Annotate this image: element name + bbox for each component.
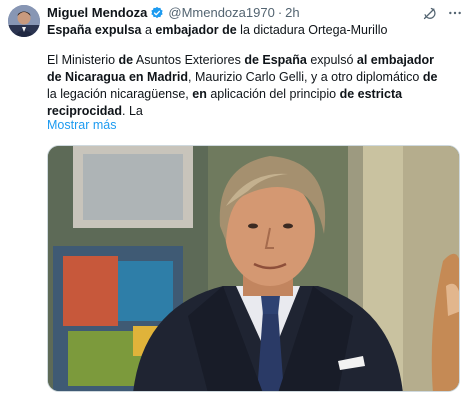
verified-badge-icon [150,6,164,20]
body-segment: la legación nicaragüense, [47,87,193,101]
tweet-header: Miguel Mendoza @Mmendoza1970 · 2h [47,4,463,22]
avatar[interactable] [8,5,40,37]
separator-dot: · [277,5,283,20]
body-segment: , Maurizio Carlo Gelli, y a otro diplomá… [188,70,423,84]
author-handle[interactable]: @Mmendoza1970 [168,4,274,22]
body-segment: aplicación del principio [206,87,340,101]
body-segment: de España [244,53,307,67]
header-actions [421,5,463,21]
headline-part: España expulsa [47,23,142,37]
body-segment: de [422,70,438,84]
show-more-link[interactable]: Mostrar más [47,117,116,134]
tweet[interactable]: Miguel Mendoza @Mmendoza1970 · 2h España… [0,0,471,402]
tweet-timestamp[interactable]: 2h [285,4,299,22]
headline-part: a [141,23,156,37]
body-segment: expulsó [306,53,357,67]
body-segment: en [192,87,207,101]
body-segment: de [118,53,134,67]
more-icon[interactable] [447,5,463,21]
author-display-name[interactable]: Miguel Mendoza [47,4,147,22]
headline-part: embajador de [155,23,237,37]
grok-icon[interactable] [421,5,437,21]
tweet-media-photo[interactable] [47,145,460,392]
body-segment: El Ministerio [47,53,119,67]
tweet-headline: España expulsa a embajador de la dictadu… [47,22,457,39]
headline-part: la dictadura Ortega-Murillo [236,23,388,37]
tweet-body: El Ministerio de Asuntos Exteriores de E… [47,52,447,120]
body-segment: Asuntos Exteriores [133,53,245,67]
body-segment: . La [122,104,143,118]
